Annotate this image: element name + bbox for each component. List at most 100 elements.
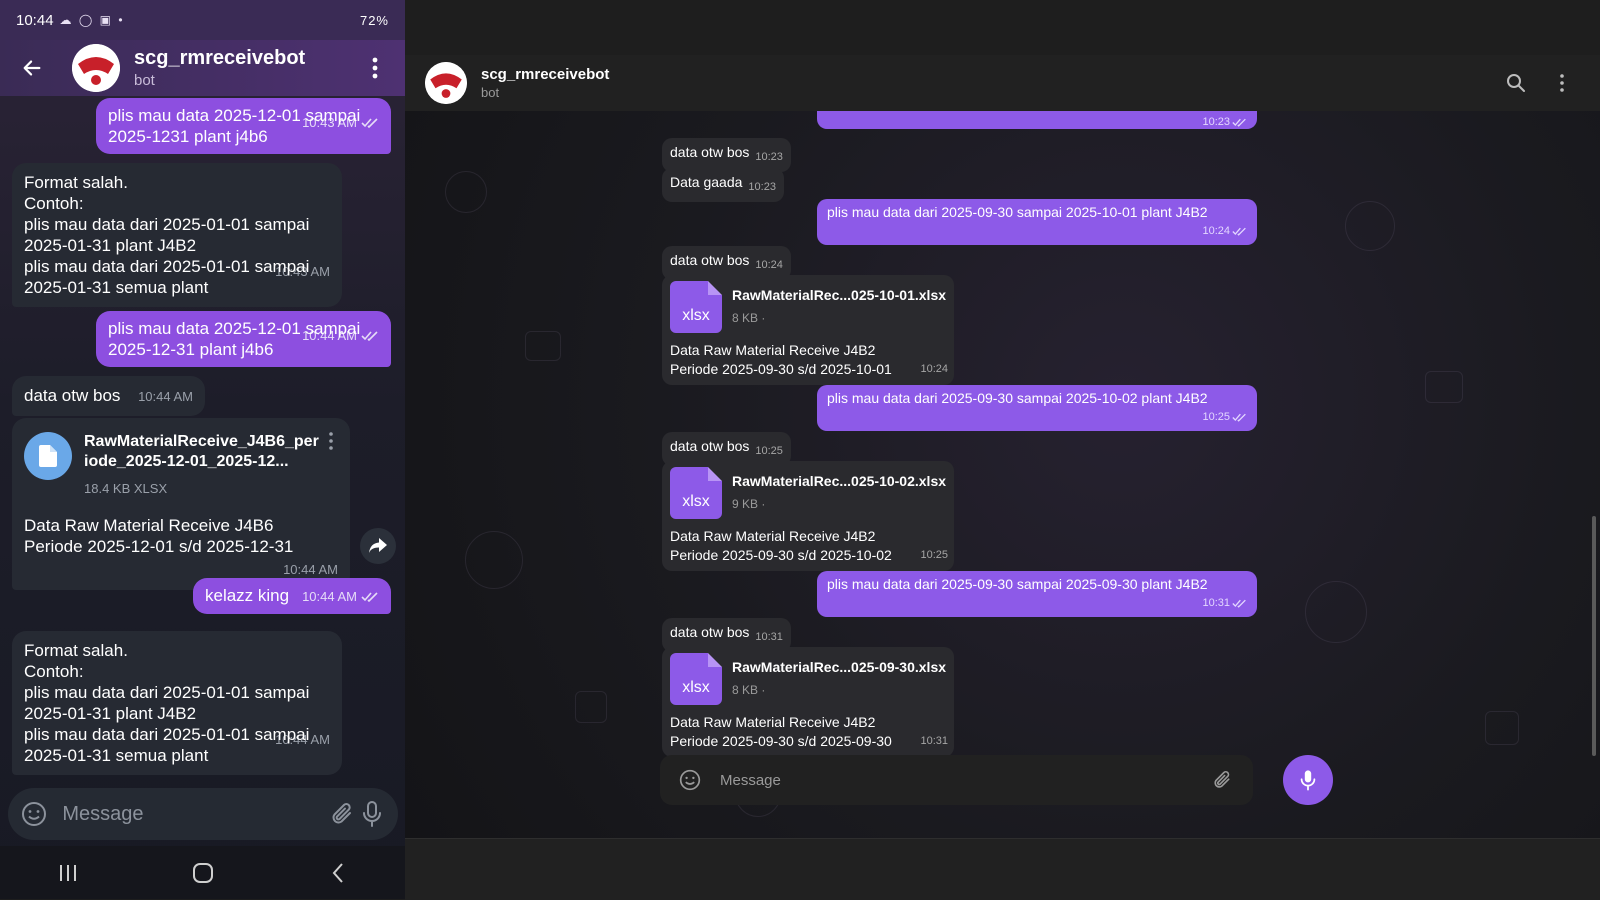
incoming-file-message[interactable]: xlsx RawMaterialRec...025-10-01.xlsx 8 K… bbox=[662, 275, 954, 385]
incoming-file-message[interactable]: RawMaterialReceive_J4B6_per iode_2025-12… bbox=[12, 418, 350, 590]
file-icon[interactable]: xlsx bbox=[670, 281, 722, 333]
message-time: 10:31 bbox=[1202, 597, 1230, 609]
share-icon bbox=[369, 538, 387, 553]
message-time: 10:31 bbox=[920, 735, 948, 747]
chat-subtitle: bot bbox=[481, 85, 500, 100]
file-icon[interactable]: xlsx bbox=[670, 653, 722, 705]
file-info: RawMaterialRec...025-09-30.xlsx 8 KB · bbox=[732, 658, 946, 700]
incoming-message[interactable]: data otw bos 10:44 AM bbox=[12, 376, 205, 416]
bot-avatar[interactable] bbox=[425, 62, 467, 104]
message-text: data otw bos bbox=[24, 386, 121, 405]
message-time: 10:44 AM bbox=[283, 562, 338, 577]
desktop-bottom-bar bbox=[405, 838, 1600, 900]
more-options-button[interactable] bbox=[1544, 65, 1580, 101]
desktop-chat-header: scg_rmreceivebot bot bbox=[405, 55, 1600, 111]
emoji-icon bbox=[22, 802, 47, 826]
outgoing-message[interactable]: plis mau data dari 2025-09-30 sampai 202… bbox=[817, 385, 1257, 431]
outgoing-message[interactable]: plis mau data dari 2025-09-30 sampai 202… bbox=[817, 199, 1257, 245]
back-button[interactable] bbox=[16, 52, 48, 84]
file-attachment[interactable]: xlsx RawMaterialRec...025-10-02.xlsx 9 K… bbox=[670, 467, 946, 519]
caption-text: Data Raw Material Receive J4B2 Periode 2… bbox=[670, 342, 892, 377]
incoming-message[interactable]: Format salah. Contoh: plis mau data dari… bbox=[12, 631, 342, 775]
voice-button[interactable] bbox=[358, 796, 386, 832]
outgoing-message[interactable]: plis mau data 2025-12-01 sampai 2025-12-… bbox=[96, 311, 391, 367]
back-arrow-icon bbox=[23, 60, 41, 76]
message-text: Format salah. Contoh: plis mau data dari… bbox=[24, 641, 310, 765]
more-options-button[interactable] bbox=[361, 52, 389, 84]
file-caption: Data Raw Material Receive J4B6 Periode 2… bbox=[24, 516, 294, 556]
chevron-left-icon bbox=[332, 862, 343, 883]
emoji-button[interactable] bbox=[20, 796, 48, 832]
caption-text: Data Raw Material Receive J4B2 Periode 2… bbox=[670, 714, 892, 749]
incoming-file-message[interactable]: xlsx RawMaterialRec...025-10-02.xlsx 9 K… bbox=[662, 461, 954, 571]
message-text: data otw bos bbox=[670, 252, 750, 268]
mic-icon bbox=[1300, 770, 1316, 791]
outgoing-message[interactable]: plis mau data 2025-12-01 sampai 2025-123… bbox=[96, 98, 391, 154]
message-text: data otw bos bbox=[670, 438, 750, 454]
logo-icon bbox=[425, 62, 467, 104]
chat-name: scg_rmreceivebot bbox=[134, 47, 306, 69]
desktop-message-input[interactable] bbox=[718, 770, 1195, 790]
message-time: 10:23 bbox=[755, 151, 783, 163]
outgoing-message[interactable]: kelazz king 10:44 AM bbox=[193, 578, 391, 614]
file-attachment[interactable]: xlsx RawMaterialRec...025-09-30.xlsx 8 K… bbox=[670, 653, 946, 705]
back-nav-button[interactable] bbox=[308, 853, 368, 893]
home-button[interactable] bbox=[173, 853, 233, 893]
emoji-button[interactable] bbox=[672, 762, 708, 798]
message-meta: 10:25 bbox=[827, 408, 1247, 427]
message-text: plis mau data dari 2025-09-30 sampai 202… bbox=[827, 204, 1208, 220]
file-size: 8 KB · bbox=[732, 683, 766, 697]
message-time: 10:31 bbox=[755, 631, 783, 643]
double-check-icon bbox=[1232, 413, 1246, 422]
message-time: 10:24 bbox=[755, 259, 783, 271]
recent-apps-button[interactable] bbox=[38, 853, 98, 893]
file-info: RawMaterialRec...025-10-02.xlsx 9 KB · bbox=[732, 472, 946, 514]
background-doodle bbox=[1485, 711, 1519, 745]
incoming-message[interactable]: Format salah. Contoh: plis mau data dari… bbox=[12, 163, 342, 307]
phone-chat-header: scg_rmreceivebot bot bbox=[0, 40, 405, 96]
attach-button[interactable] bbox=[1205, 762, 1241, 798]
file-name: RawMaterialRec...025-10-02.xlsx bbox=[732, 473, 947, 489]
scrollbar-thumb[interactable] bbox=[1592, 516, 1596, 756]
message-text: data otw bos bbox=[670, 144, 750, 160]
file-attachment[interactable]: xlsx RawMaterialRec...025-10-01.xlsx 8 K… bbox=[670, 281, 946, 333]
bot-avatar[interactable] bbox=[72, 44, 120, 92]
status-battery: 72% bbox=[359, 12, 389, 28]
home-icon bbox=[192, 862, 213, 883]
search-button[interactable] bbox=[1498, 65, 1534, 101]
caption-text: Data Raw Material Receive J4B2 Periode 2… bbox=[670, 528, 892, 563]
voice-record-button[interactable] bbox=[1283, 755, 1333, 805]
phone-chat-title[interactable]: scg_rmreceivebot bot bbox=[134, 47, 361, 89]
message-time: 10:24 bbox=[920, 363, 948, 375]
attach-icon bbox=[1214, 771, 1230, 788]
outgoing-message[interactable]: 10:23 bbox=[817, 111, 1257, 129]
double-check-icon bbox=[1232, 118, 1246, 127]
forward-button[interactable] bbox=[360, 528, 396, 564]
background-doodle bbox=[1425, 371, 1463, 403]
incoming-file-message[interactable]: xlsx RawMaterialRec...025-09-30.xlsx 8 K… bbox=[662, 647, 954, 757]
double-check-icon bbox=[361, 117, 378, 128]
phone-message-composer bbox=[8, 788, 398, 840]
outgoing-message[interactable]: plis mau data dari 2025-09-30 sampai 202… bbox=[817, 571, 1257, 617]
file-attachment[interactable]: RawMaterialReceive_J4B6_per iode_2025-12… bbox=[24, 432, 338, 499]
incoming-message[interactable]: Data gaada 10:23 bbox=[662, 168, 784, 202]
status-time: 10:44 bbox=[16, 11, 54, 29]
desktop-chat-title[interactable]: scg_rmreceivebot bot bbox=[481, 66, 1488, 100]
message-text: plis mau data dari 2025-09-30 sampai 202… bbox=[827, 390, 1208, 406]
file-caption: Data Raw Material Receive J4B2 Periode 2… bbox=[670, 341, 948, 379]
recents-icon bbox=[59, 864, 76, 881]
file-info: RawMaterialReceive_J4B6_per iode_2025-12… bbox=[84, 432, 324, 499]
attach-button[interactable] bbox=[329, 796, 357, 832]
search-icon bbox=[1507, 74, 1525, 92]
phone-message-input[interactable] bbox=[60, 801, 330, 827]
file-menu-button[interactable] bbox=[324, 432, 338, 450]
double-check-icon bbox=[1232, 599, 1246, 608]
background-doodle bbox=[1305, 581, 1367, 643]
background-doodle bbox=[1345, 201, 1395, 251]
file-icon[interactable]: xlsx bbox=[670, 467, 722, 519]
background-doodle bbox=[525, 331, 561, 361]
file-download-button[interactable] bbox=[24, 432, 72, 480]
message-time: 10:24 bbox=[1202, 225, 1230, 237]
file-name: RawMaterialReceive_J4B6_per iode_2025-12… bbox=[84, 433, 319, 470]
incoming-message[interactable]: data otw bos 10:23 bbox=[662, 138, 791, 172]
